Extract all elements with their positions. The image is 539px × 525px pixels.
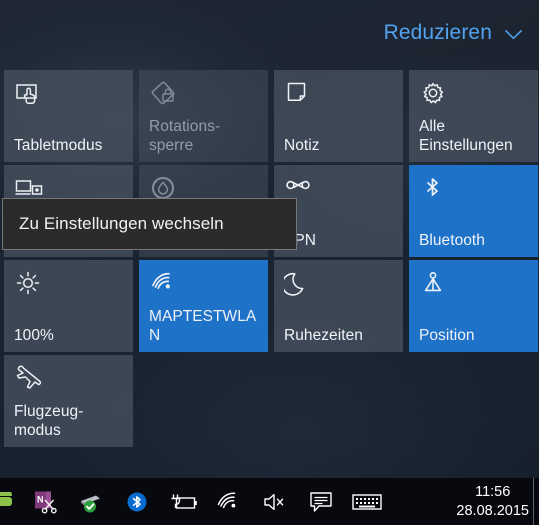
quick-action-rotation-lock[interactable]: Rotations-sperre [139,70,268,162]
clock[interactable]: 11:56 28.08.2015 [456,478,529,525]
quick-action-bluetooth[interactable]: Bluetooth [409,165,538,257]
quick-action-label: Ruhezeiten [284,327,363,344]
wifi-icon [149,269,179,299]
quick-action-label: Rotations-sperre [149,118,221,154]
quick-action-quiet-hours[interactable]: Ruhezeiten [274,260,403,352]
quick-action-label: Notiz [284,137,320,154]
svg-text:N: N [37,494,44,504]
quick-actions-grid: Tabletmodus Rotations-sperre Notiz Alle … [4,70,538,447]
quick-action-airplane-mode[interactable]: Flugzeug-modus [4,355,133,447]
onenote-clipper-icon[interactable]: N [22,478,68,525]
note-icon [284,79,314,109]
quick-action-brightness[interactable]: 100% [4,260,133,352]
quick-action-label: VPN [284,232,317,249]
collapse-button[interactable]: Reduzieren [384,22,523,43]
quick-action-wifi[interactable]: MAPTESTWLAN [139,260,268,352]
quick-action-tablet-mode[interactable]: Tabletmodus [4,70,133,162]
show-desktop-button[interactable] [533,478,539,525]
action-center-header: Reduzieren [0,0,539,64]
gear-icon [419,79,449,109]
tooltip: Zu Einstellungen wechseln [2,198,297,250]
collapse-label: Reduzieren [383,21,492,44]
tablet-mode-icon [14,79,44,109]
clock-time: 11:56 [475,484,511,501]
tooltip-text: Zu Einstellungen wechseln [19,214,224,233]
touch-keyboard-icon[interactable] [344,478,390,525]
quick-action-note[interactable]: Notiz [274,70,403,162]
clock-date: 28.08.2015 [456,502,529,519]
quick-action-label: Tabletmodus [14,137,103,154]
action-center-screen: Reduzieren Tabletmodus Rotations-sperre [0,0,539,525]
location-icon [419,269,449,299]
airplane-icon [14,364,44,394]
rotation-lock-icon [149,79,179,109]
quick-action-label: Alle Einstellungen [419,118,513,154]
android-app-icon[interactable] [0,478,22,525]
action-center-icon[interactable] [298,478,344,525]
bluetooth-icon[interactable] [114,478,160,525]
taskbar: N 11:56 28.08.2015 [0,478,539,525]
quick-action-location[interactable]: Position [409,260,538,352]
quick-action-label: 100% [14,327,54,344]
system-tray: N [0,478,390,525]
quick-action-label: Position [419,327,475,344]
quick-action-label: Flugzeug-modus [14,403,84,439]
bluetooth-icon [419,174,449,204]
moon-icon [284,269,314,299]
wifi-icon[interactable] [206,478,252,525]
quick-action-label: Bluetooth [419,232,485,249]
chevron-down-icon [504,27,523,40]
brightness-icon [14,269,44,299]
quick-action-all-settings[interactable]: Alle Einstellungen [409,70,538,162]
battery-charging-icon[interactable] [160,478,206,525]
quick-action-label: MAPTESTWLAN [149,308,257,344]
volume-muted-icon[interactable] [252,478,298,525]
usb-device-ok-icon[interactable] [68,478,114,525]
